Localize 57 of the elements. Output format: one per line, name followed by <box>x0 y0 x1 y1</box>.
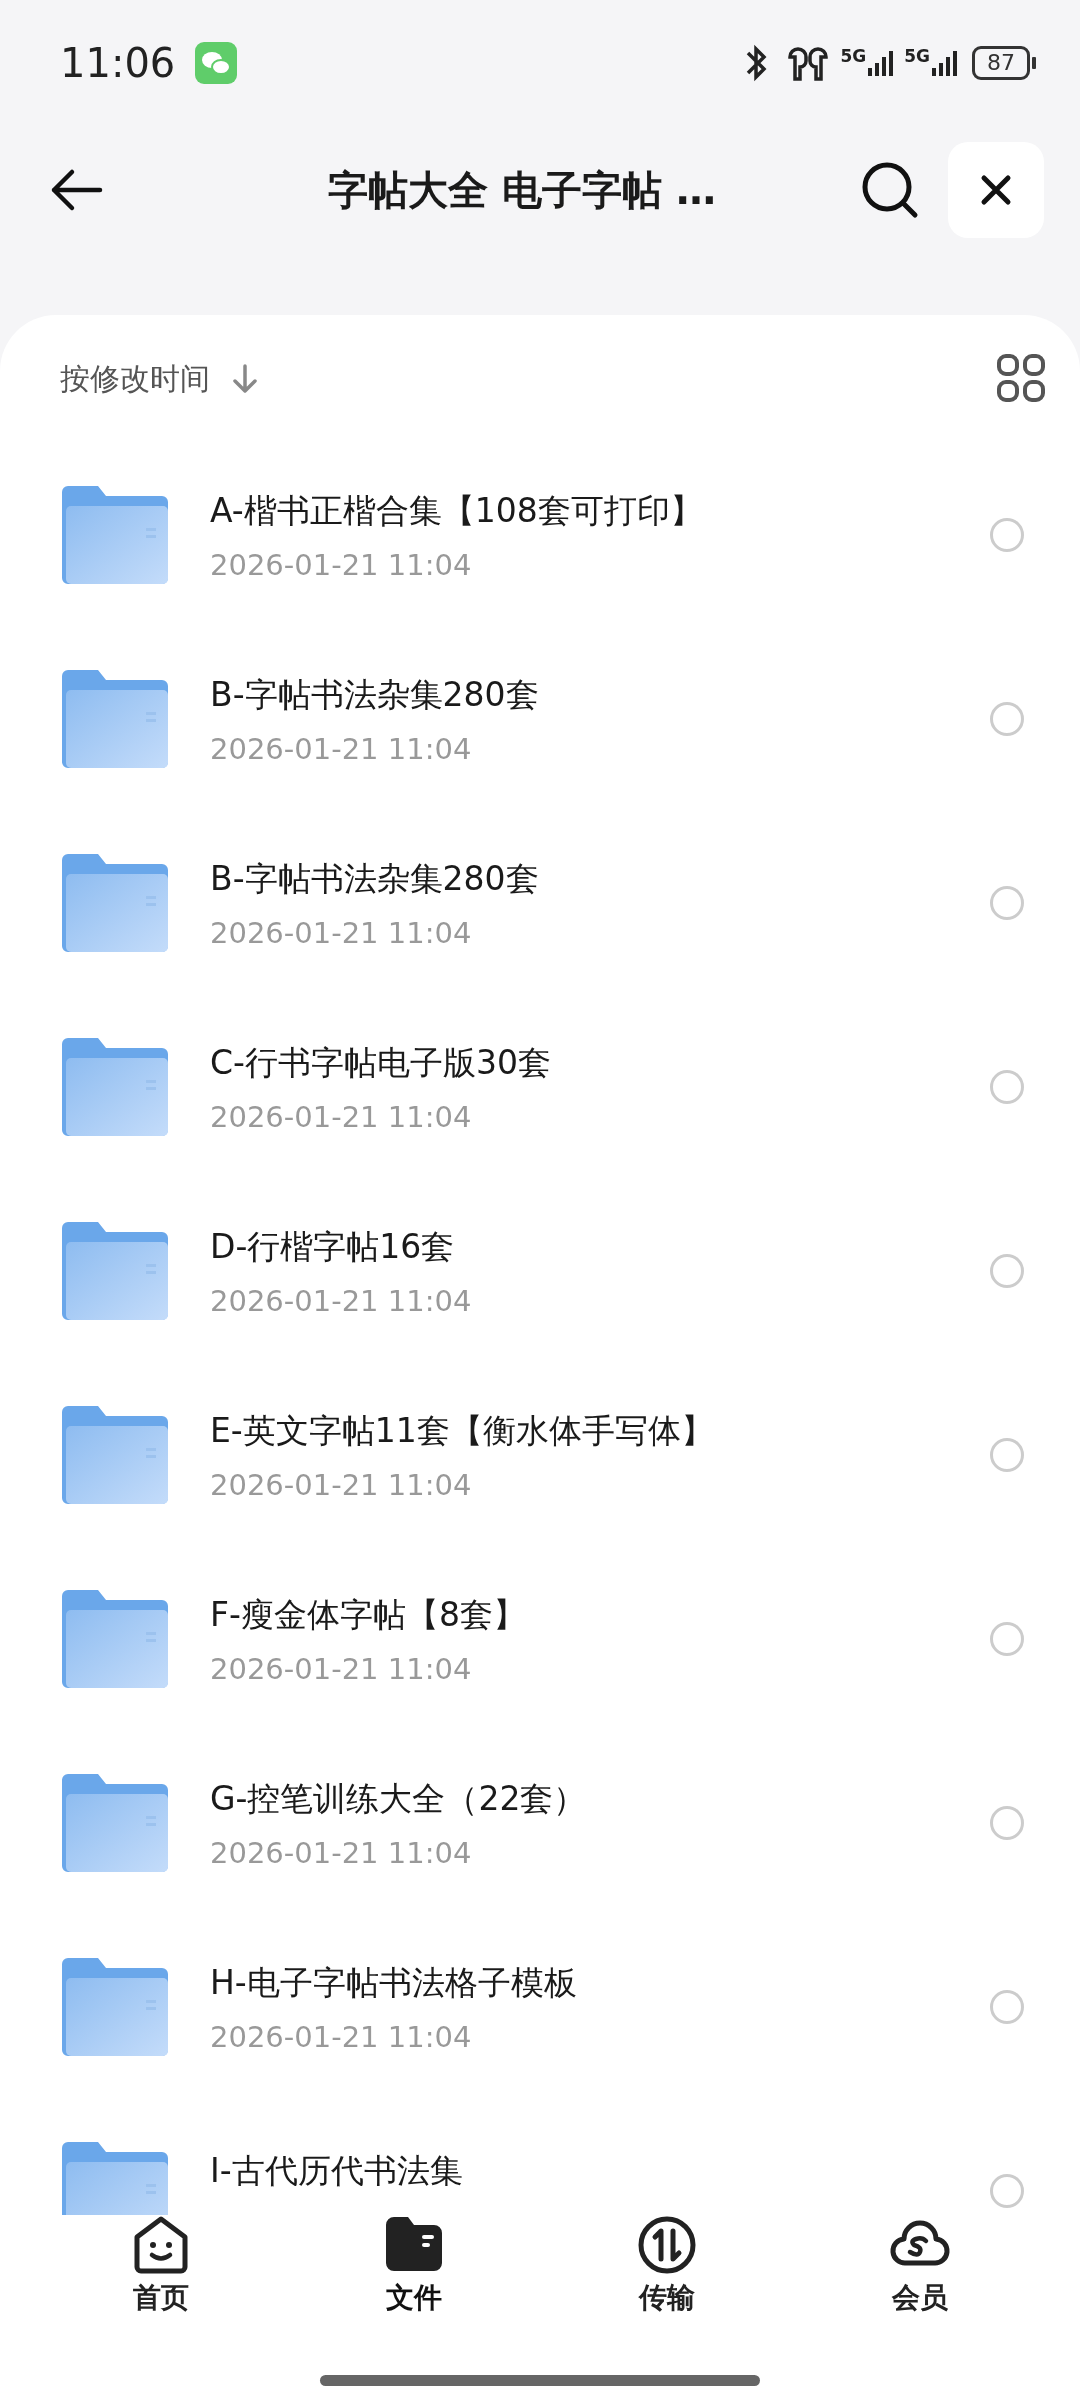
modified-date: 2026-01-21 11:04 <box>210 1651 473 1686</box>
folder-name[interactable]: A-楷书正楷合集【108套可打印】 <box>210 488 990 534</box>
folder-icon <box>62 854 168 952</box>
sort-label[interactable]: 按修改时间 <box>60 358 210 400</box>
select-radio[interactable] <box>990 886 1024 920</box>
battery-level: 87 <box>972 45 1030 80</box>
select-radio[interactable] <box>990 1070 1024 1104</box>
folder-icon <box>62 1774 168 1872</box>
folder-name[interactable]: G-控笔训练大全（22套） <box>210 1776 990 1822</box>
folder-name[interactable]: E-英文字帖11套【衡水体手写体】 <box>210 1408 990 1454</box>
nav-tab[interactable]: 文件 <box>313 2215 514 2317</box>
modified-date: 2026-01-21 11:04 <box>210 1835 473 1870</box>
search-icon <box>860 160 920 220</box>
nav-tab[interactable]: 会员 <box>819 2215 1020 2317</box>
folder-icon <box>62 1958 168 2056</box>
modified-date: 2026-01-21 11:04 <box>210 2019 473 2054</box>
select-radio[interactable] <box>990 1254 1024 1288</box>
modified-date: 2026-01-21 11:04 <box>210 547 473 582</box>
select-radio[interactable] <box>990 2174 1024 2208</box>
modified-date: 2026-01-21 11:04 <box>210 1283 473 1318</box>
select-radio[interactable] <box>990 702 1024 736</box>
folder-icon <box>62 1038 168 1136</box>
network-type: 5G <box>904 47 930 65</box>
folder-name[interactable]: C-行书字帖电子版30套 <box>210 1040 990 1086</box>
folder-name[interactable]: B-字帖书法杂集280套 <box>210 856 990 902</box>
folder-icon <box>62 486 168 584</box>
modified-date: 2026-01-21 11:04 <box>210 1467 473 1502</box>
network-type: 5G <box>840 47 867 65</box>
folder-name[interactable]: F-瘦金体字帖【8套】 <box>210 1592 990 1638</box>
nav-tab[interactable]: 首页 <box>60 2215 261 2317</box>
transfer-icon <box>636 2215 697 2275</box>
modified-date: 2026-01-21 11:04 <box>210 915 473 950</box>
nav-tab[interactable]: 传输 <box>566 2215 767 2317</box>
folder-icon <box>62 2142 168 2215</box>
time: 11:06 <box>60 39 176 86</box>
folder-icon <box>62 1406 168 1504</box>
folder-icon <box>62 1590 168 1688</box>
select-radio[interactable] <box>990 1438 1024 1472</box>
close-button[interactable] <box>948 142 1044 238</box>
modified-date: 2026-01-21 11:04 <box>210 731 473 766</box>
grid-icon <box>996 352 1046 403</box>
close-icon <box>979 173 1013 207</box>
select-radio[interactable] <box>990 1622 1024 1656</box>
search-button[interactable] <box>860 160 920 220</box>
folder-icon <box>62 1222 168 1320</box>
folder-icon <box>62 670 168 768</box>
header-title: 字帖大全 电子字帖 … <box>327 165 717 215</box>
chat-app-icon <box>195 41 238 84</box>
folder-name[interactable]: D-行楷字帖16套 <box>210 1224 990 1270</box>
folder-name[interactable]: H-电子字帖书法格子模板 <box>210 1960 990 2006</box>
home-indicator[interactable] <box>320 2375 760 2386</box>
select-radio[interactable] <box>990 518 1024 552</box>
modified-date: 2026-01-21 11:04 <box>210 1099 473 1134</box>
select-radio[interactable] <box>990 1806 1024 1840</box>
folder-name[interactable]: B-字帖书法杂集280套 <box>210 672 990 718</box>
folder-name[interactable]: I-古代历代书法集 <box>210 2148 990 2194</box>
select-radio[interactable] <box>990 1990 1024 2024</box>
